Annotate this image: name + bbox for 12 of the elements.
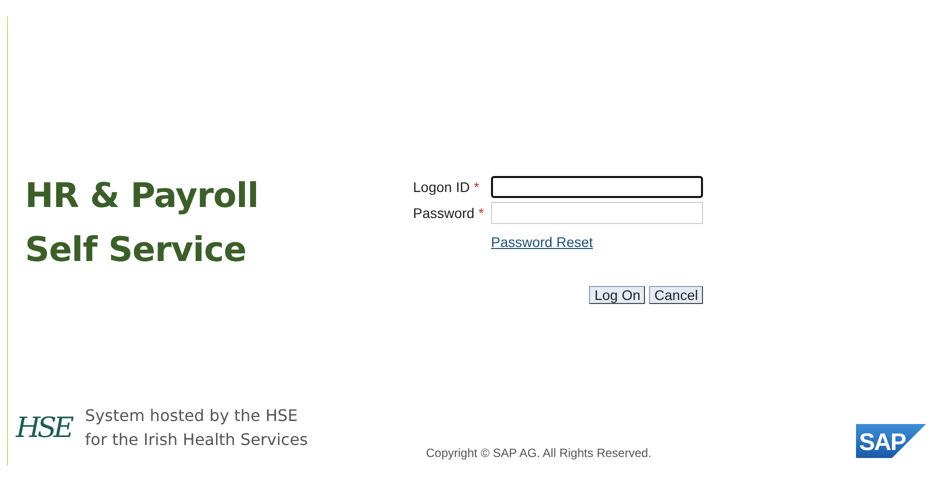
app-title: HR & Payroll <box>25 175 260 218</box>
input-field[interactable] <box>491 176 703 198</box>
log-on-button[interactable]: Log On <box>589 286 646 304</box>
app-title: Self Service <box>25 229 248 272</box>
host-text: System hosted by the HSE for the Irish Health Services <box>85 405 308 451</box>
field-label: Password * <box>412 205 485 221</box>
hse-logo: HSE <box>16 413 72 443</box>
password-reset-link[interactable]: Password Reset <box>491 234 593 250</box>
copyright-text: Copyright © SAP AG. All Rights Reserved. <box>426 446 652 460</box>
sap-logo: SAP <box>856 424 926 458</box>
cancel-button[interactable]: Cancel <box>649 286 703 304</box>
field-label: Logon ID * <box>412 179 480 195</box>
